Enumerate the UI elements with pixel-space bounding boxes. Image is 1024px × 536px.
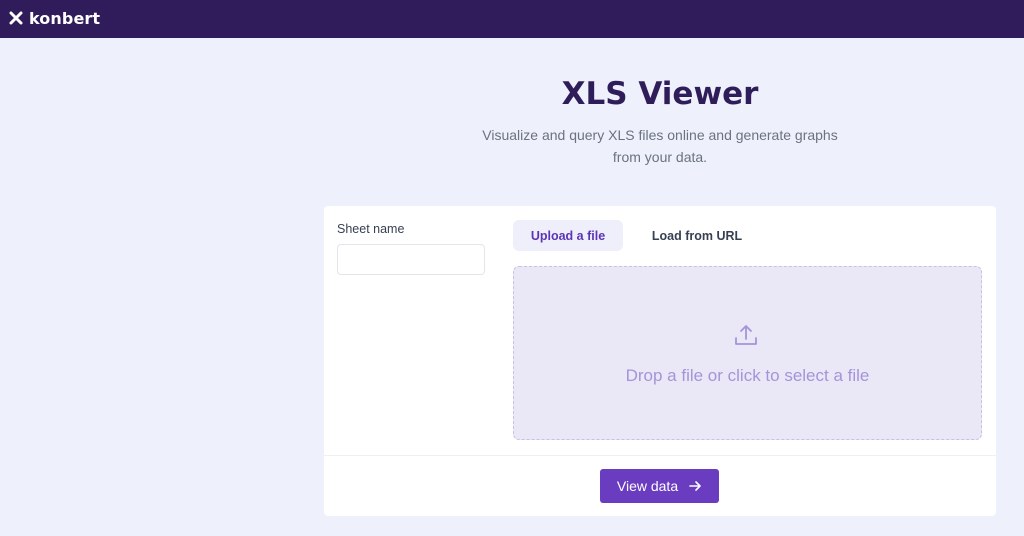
- konbert-x-logo-icon: [9, 11, 23, 25]
- view-data-label: View data: [616, 478, 679, 494]
- top-navbar: konbert: [0, 0, 1024, 38]
- tab-load-from-url[interactable]: Load from URL: [642, 220, 752, 251]
- arrow-right-icon: [689, 481, 701, 491]
- brand-logo[interactable]: konbert: [9, 7, 100, 29]
- sheet-name-label: Sheet name: [337, 222, 405, 236]
- dropzone-text: Drop a file or click to select a file: [625, 366, 870, 385]
- page-title: XLS Viewer: [561, 76, 759, 112]
- upload-icon: [735, 325, 757, 345]
- viewer-form-card: Sheet name Upload a file Load from URL D…: [324, 206, 996, 516]
- brand-name: konbert: [29, 8, 101, 28]
- sheet-name-input[interactable]: [337, 244, 485, 275]
- card-divider: [324, 455, 996, 456]
- tab-upload-file[interactable]: Upload a file: [513, 220, 623, 251]
- file-dropzone[interactable]: Drop a file or click to select a file: [513, 266, 982, 440]
- view-data-button[interactable]: View data: [600, 469, 719, 503]
- page-subtitle: Visualize and query XLS files online and…: [482, 127, 838, 165]
